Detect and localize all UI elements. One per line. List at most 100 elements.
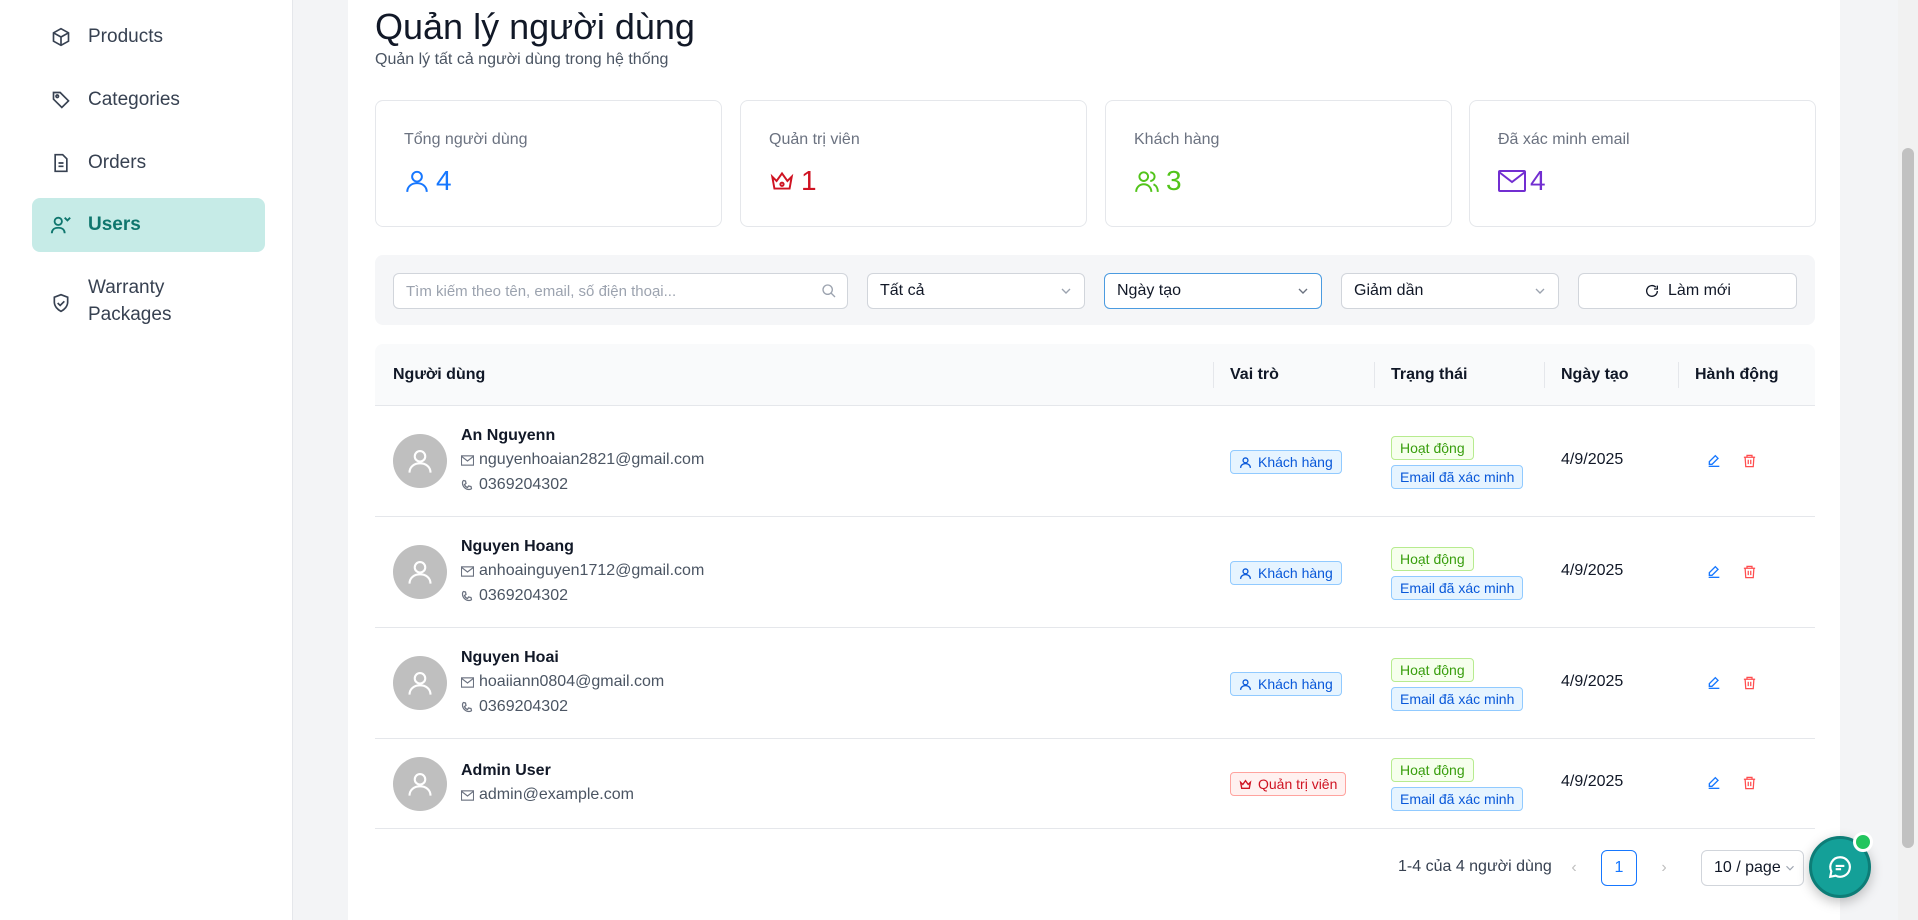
sidebar-item-products[interactable]: Products [32, 10, 265, 64]
column-header-created[interactable]: Ngày tạo [1561, 366, 1629, 384]
pagination-summary: 1-4 của 4 người dùng [1398, 858, 1552, 875]
stat-number: 4 [1530, 165, 1546, 196]
stat-card-verified-email: Đã xác minh email 4 [1469, 100, 1816, 227]
chevron-down-icon [1058, 283, 1074, 304]
sidebar-item-label-line1: Warranty [88, 277, 165, 298]
user-email: admin@example.com [461, 786, 634, 804]
role-filter-value: Tất cả [880, 282, 925, 299]
stat-value: 4 [1498, 165, 1546, 197]
sidebar-item-label: Orders [88, 152, 147, 173]
filter-bar: Tất cả Ngày tạo Giảm dần Làm mới [375, 255, 1815, 325]
user-icon [1239, 567, 1252, 580]
role-tag-label: Khách hàng [1258, 676, 1333, 692]
sidebar: Products Categories Orders Users Warrant… [0, 0, 293, 920]
shield-check-icon [50, 292, 72, 314]
user-phone-text: 0369204302 [479, 476, 568, 493]
phone-icon [461, 589, 475, 603]
stat-value: 1 [769, 165, 817, 197]
column-header-status[interactable]: Trạng thái [1391, 366, 1467, 384]
role-filter-select[interactable]: Tất cả [867, 273, 1085, 309]
column-divider [1213, 362, 1214, 388]
edit-icon[interactable] [1706, 675, 1722, 691]
phone-icon [461, 700, 475, 714]
sidebar-item-label: Users [88, 214, 141, 235]
user-phone: 0369204302 [461, 698, 568, 716]
stat-label: Quản trị viên [769, 131, 860, 148]
user-icon [1239, 456, 1252, 469]
sidebar-item-label: Warranty Packages [88, 274, 171, 328]
sidebar-item-warranty-packages[interactable]: Warranty Packages [32, 270, 265, 330]
mail-icon [1498, 167, 1526, 195]
mail-icon [461, 675, 475, 689]
table-row: Admin User admin@example.com Quản trị vi… [375, 739, 1815, 829]
refresh-button[interactable]: Làm mới [1578, 273, 1797, 309]
pagination-prev-button[interactable]: ‹ [1556, 850, 1592, 886]
avatar [393, 757, 447, 811]
sort-field-select[interactable]: Ngày tạo [1104, 273, 1322, 309]
avatar [393, 545, 447, 599]
stat-value: 3 [1134, 165, 1182, 197]
mail-icon [461, 788, 475, 802]
search-input[interactable] [406, 282, 806, 300]
online-status-dot [1853, 832, 1873, 852]
edit-icon[interactable] [1706, 453, 1722, 469]
sidebar-item-orders[interactable]: Orders [32, 136, 265, 190]
chevron-down-icon [1532, 283, 1548, 304]
user-phone: 0369204302 [461, 476, 568, 494]
stat-card-admins: Quản trị viên 1 [740, 100, 1087, 227]
created-date: 4/9/2025 [1561, 451, 1624, 468]
stat-label: Đã xác minh email [1498, 131, 1630, 148]
users-icon [50, 214, 72, 236]
status-badge-active: Hoạt động [1391, 436, 1474, 460]
mail-icon [461, 564, 475, 578]
user-email: nguyenhoaian2821@gmail.com [461, 451, 704, 469]
stat-number: 1 [801, 165, 817, 196]
created-date: 4/9/2025 [1561, 673, 1624, 690]
sort-order-select[interactable]: Giảm dần [1341, 273, 1559, 309]
user-email-text: anhoainguyen1712@gmail.com [479, 562, 705, 579]
edit-icon[interactable] [1706, 775, 1722, 791]
column-divider [1544, 362, 1545, 388]
pagination-next-button[interactable]: › [1646, 850, 1682, 886]
search-icon[interactable] [821, 283, 837, 304]
user-icon [1239, 678, 1252, 691]
scrollbar-thumb[interactable] [1902, 148, 1914, 848]
avatar [393, 656, 447, 710]
created-date: 4/9/2025 [1561, 562, 1624, 579]
role-tag: Khách hàng [1230, 561, 1342, 585]
page-size-select[interactable]: 10 / page [1701, 850, 1804, 886]
document-icon [50, 152, 72, 174]
sidebar-item-users[interactable]: Users [32, 198, 265, 252]
user-email: hoaiiann0804@gmail.com [461, 673, 664, 691]
refresh-label: Làm mới [1668, 282, 1731, 299]
column-header-role[interactable]: Vai trò [1230, 366, 1279, 384]
delete-icon[interactable] [1742, 564, 1757, 580]
sidebar-item-categories[interactable]: Categories [32, 73, 265, 127]
delete-icon[interactable] [1742, 775, 1757, 791]
delete-icon[interactable] [1742, 675, 1757, 691]
avatar [393, 434, 447, 488]
page-size-value: 10 / page [1714, 859, 1781, 876]
sidebar-item-label: Products [88, 26, 163, 47]
pagination-page-1[interactable]: 1 [1601, 850, 1637, 886]
user-name: Admin User [461, 762, 551, 779]
stat-card-total-users: Tổng người dùng 4 [375, 100, 722, 227]
user-email-text: hoaiiann0804@gmail.com [479, 673, 665, 690]
status-badge-email-verified: Email đã xác minh [1391, 465, 1524, 489]
user-phone: 0369204302 [461, 587, 568, 605]
user-email: anhoainguyen1712@gmail.com [461, 562, 704, 580]
user-email-text: nguyenhoaian2821@gmail.com [479, 451, 705, 468]
delete-icon[interactable] [1742, 453, 1757, 469]
page-subtitle: Quản lý tất cả người dùng trong hệ thống [375, 51, 669, 68]
tag-icon [50, 89, 72, 111]
column-header-actions: Hành động [1695, 366, 1779, 383]
stat-number: 4 [436, 165, 452, 196]
column-header-user[interactable]: Người dùng [393, 366, 485, 384]
status-badge-email-verified: Email đã xác minh [1391, 576, 1524, 600]
stat-value: 4 [404, 165, 452, 197]
search-box[interactable] [393, 273, 848, 309]
sort-field-value: Ngày tạo [1117, 282, 1182, 299]
edit-icon[interactable] [1706, 564, 1722, 580]
role-tag-label: Khách hàng [1258, 454, 1333, 470]
mail-icon [461, 453, 475, 467]
